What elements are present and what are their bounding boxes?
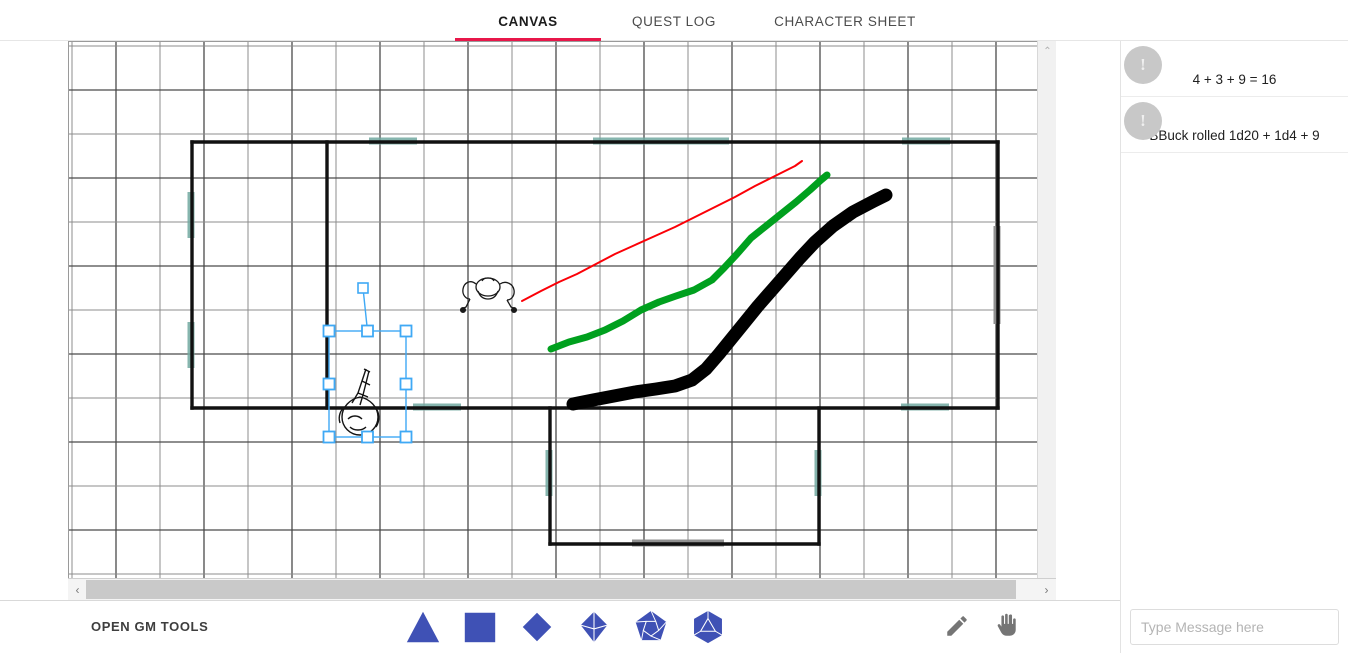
battle-map-svg[interactable]: [69, 42, 1055, 599]
canvas-horizontal-scrollbar[interactable]: ‹ ›: [68, 578, 1056, 600]
d20-die-icon[interactable]: [689, 607, 727, 647]
resize-handle: [399, 430, 413, 444]
tab-canvas-label: CANVAS: [498, 14, 558, 29]
map-canvas-viewport[interactable]: [68, 41, 1056, 600]
dice-tray: [404, 607, 727, 647]
d12-die-icon[interactable]: [632, 607, 670, 647]
tab-quest-log[interactable]: QUEST LOG: [601, 0, 747, 41]
canvas-vertical-scrollbar[interactable]: ⌃ ⌄: [1037, 41, 1056, 600]
tab-character-sheet-label: CHARACTER SHEET: [774, 14, 916, 29]
horizontal-scroll-thumb[interactable]: [86, 580, 1016, 599]
avatar: !: [1124, 46, 1162, 84]
top-tab-bar: CANVAS QUEST LOG CHARACTER SHEET: [0, 0, 1348, 41]
rotate-handle: [357, 282, 369, 294]
scroll-left-icon[interactable]: ‹: [69, 579, 86, 600]
resize-handle: [322, 430, 336, 444]
hand-icon[interactable]: [996, 613, 1022, 641]
scroll-right-icon[interactable]: ›: [1038, 579, 1055, 600]
chat-input-row: [1121, 600, 1348, 653]
bottom-toolbar: OPEN GM TOOLS: [0, 600, 1120, 653]
resize-handle: [361, 324, 374, 338]
character-token: [338, 368, 380, 436]
canvas-tool-group: [944, 613, 1022, 641]
resize-handle: [322, 324, 336, 338]
chat-message: ! 4 + 3 + 9 = 16: [1121, 41, 1348, 97]
chat-panel: ! 4 + 3 + 9 = 16! BBuck rolled 1d20 + 1d4 …: [1120, 41, 1348, 653]
chat-message-list[interactable]: ! 4 + 3 + 9 = 16! BBuck rolled 1d20 + 1d4 …: [1121, 41, 1348, 601]
tab-quest-log-label: QUEST LOG: [632, 14, 716, 29]
chat-message-input[interactable]: [1130, 608, 1339, 645]
tab-character-sheet[interactable]: CHARACTER SHEET: [747, 0, 943, 41]
open-gm-tools-button[interactable]: OPEN GM TOOLS: [91, 619, 208, 634]
resize-handle: [361, 430, 374, 444]
map-canvas-inner: [69, 42, 1055, 599]
square-die-icon[interactable]: [461, 607, 499, 647]
triangle-die-icon[interactable]: [404, 607, 442, 647]
pencil-icon[interactable]: [944, 613, 970, 641]
tab-canvas[interactable]: CANVAS: [455, 0, 601, 41]
avatar: !: [1124, 102, 1162, 140]
resize-handle: [322, 377, 336, 391]
chat-message: ! BBuck rolled 1d20 + 1d4 + 9: [1121, 97, 1348, 153]
scroll-up-icon[interactable]: ⌃: [1038, 43, 1057, 60]
creature-sketch-token: [459, 277, 518, 314]
virtual-tabletop-app: CANVAS QUEST LOG CHARACTER SHEET ⌃ ⌄ ‹ ›: [0, 0, 1348, 653]
resize-handle: [399, 324, 413, 338]
tab-list: CANVAS QUEST LOG CHARACTER SHEET: [455, 0, 943, 41]
d10-die-icon[interactable]: [575, 607, 613, 647]
resize-handle: [399, 377, 413, 391]
diamond-die-icon[interactable]: [518, 607, 556, 647]
